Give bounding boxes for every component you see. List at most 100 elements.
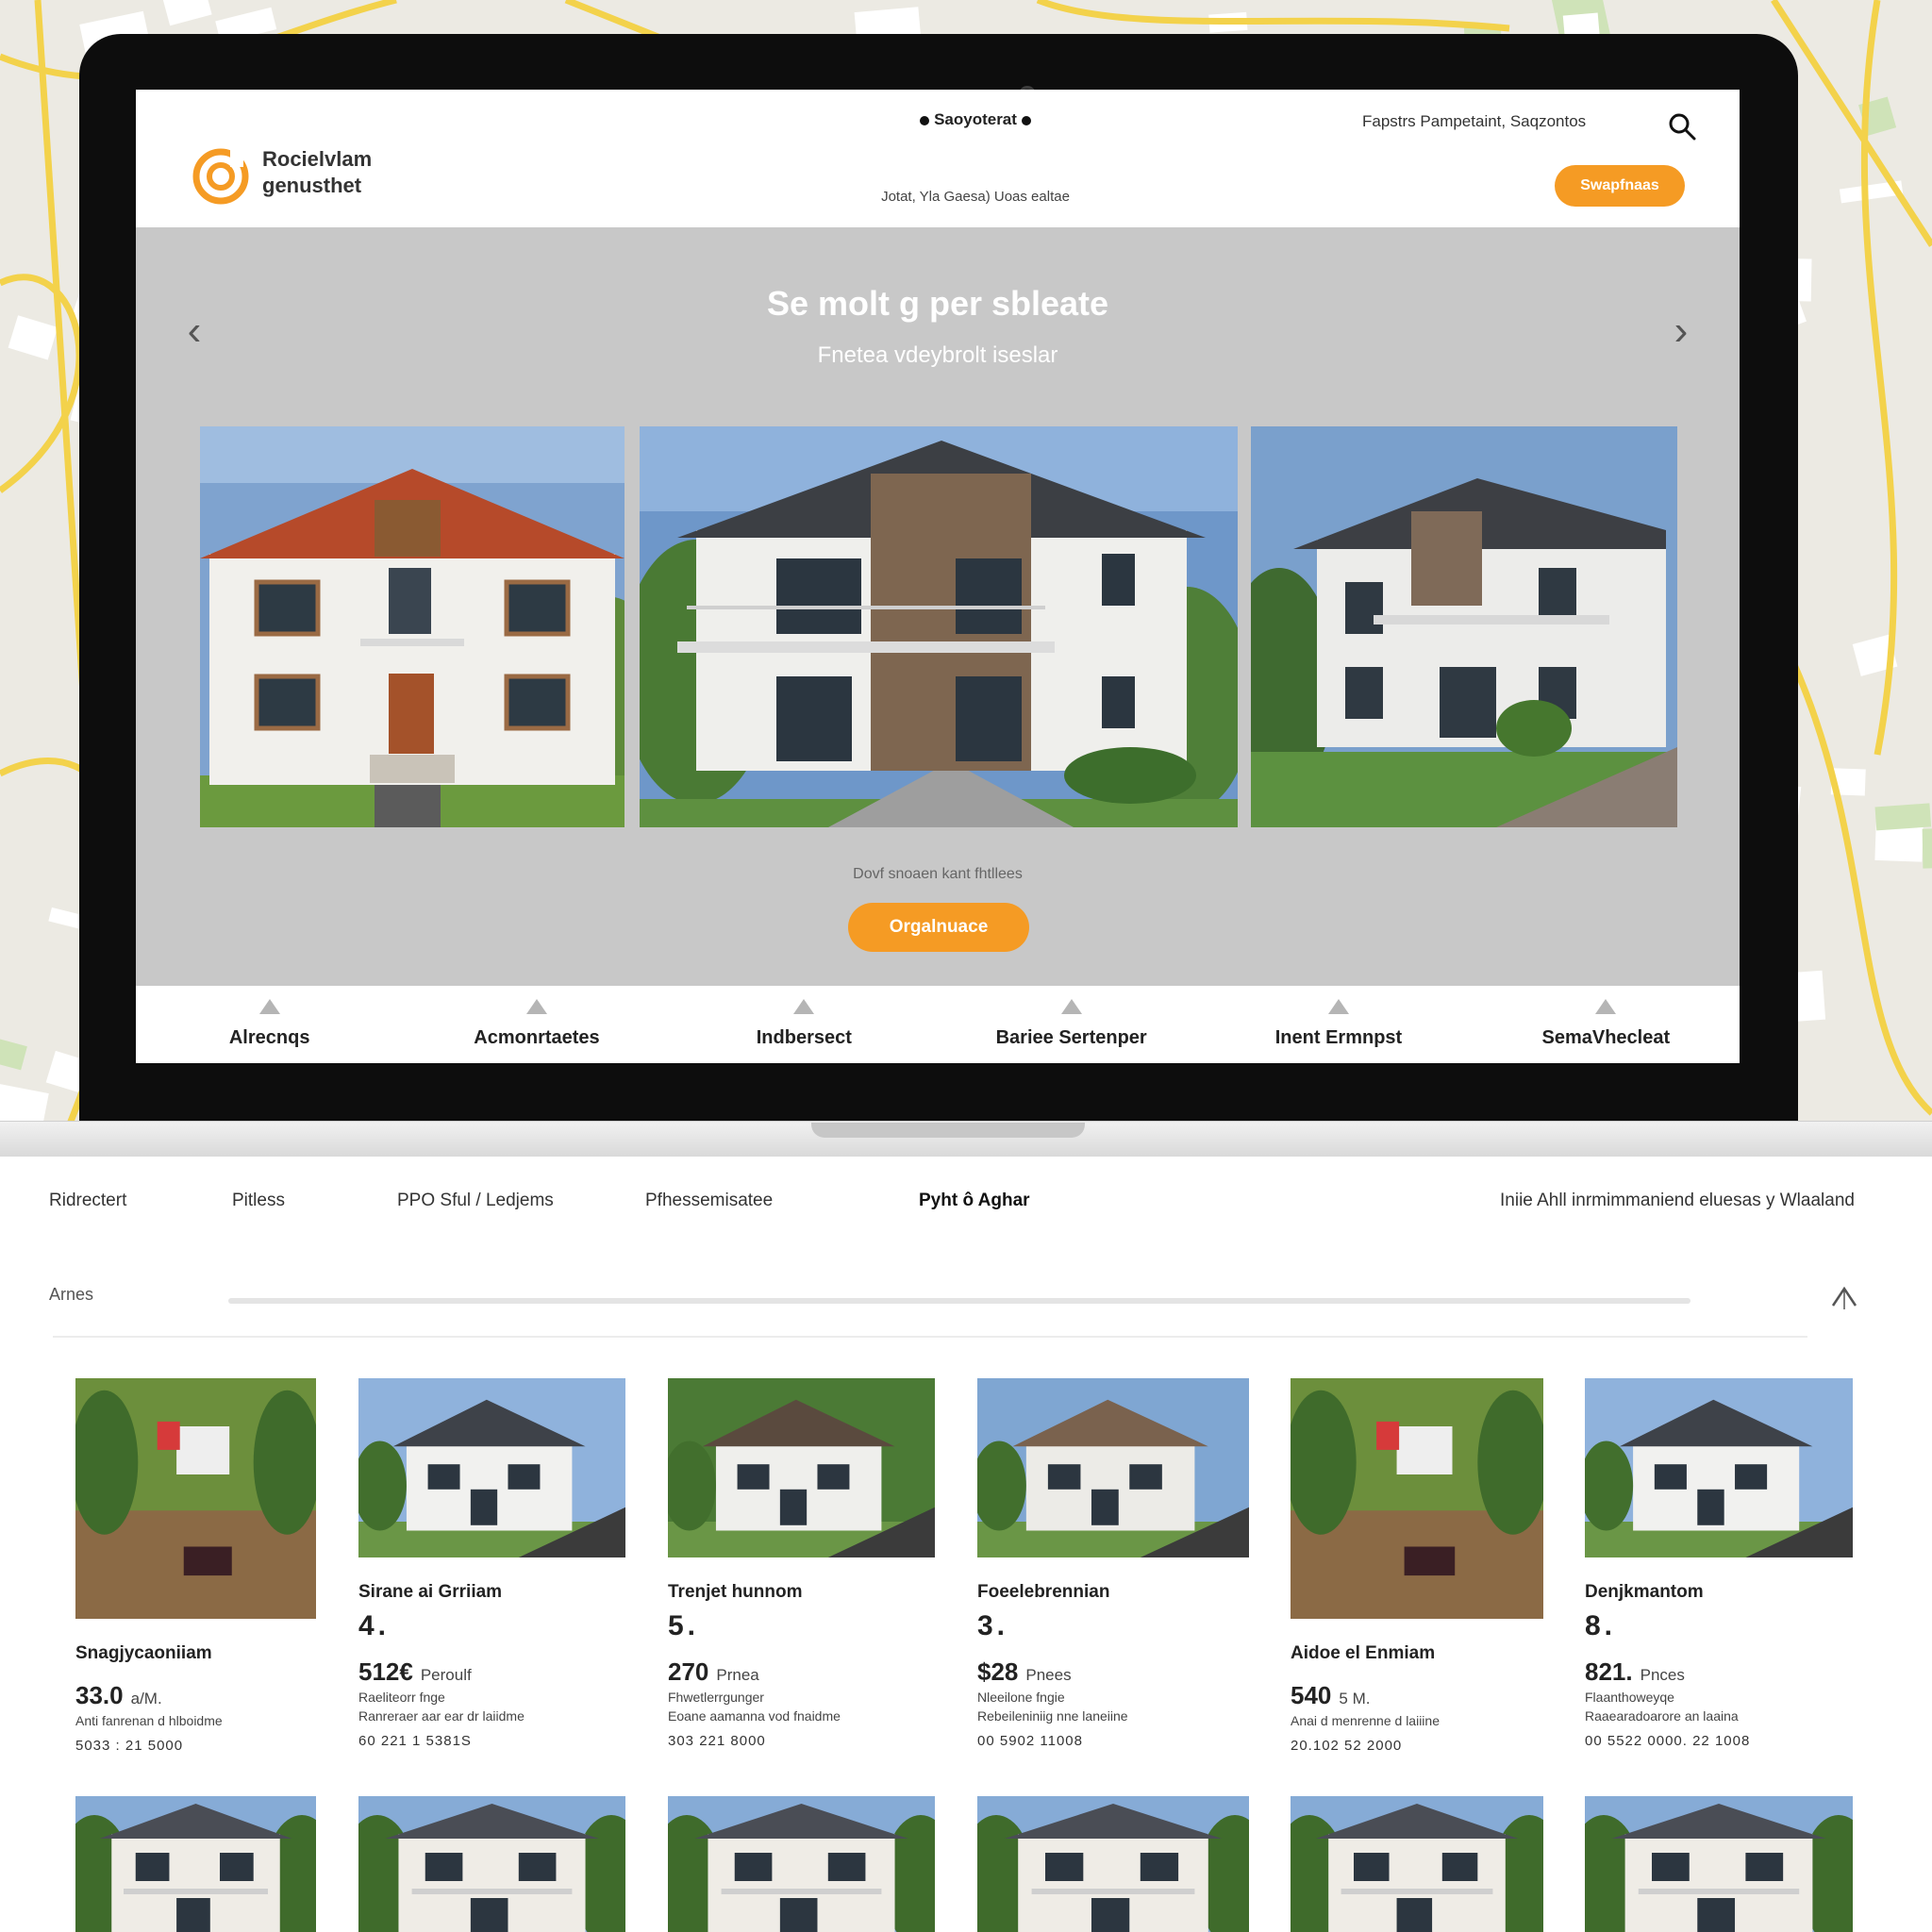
listing-photo[interactable]: [977, 1378, 1249, 1557]
nav-item[interactable]: Pfhessemisatee: [645, 1191, 773, 1211]
triangle-icon: [1595, 999, 1617, 1014]
filter-row: Arnes: [49, 1281, 1860, 1338]
listing-card[interactable]: Foeelebrennian 3. $28 Pnees Nleeilone fngie R…: [977, 1378, 1249, 1756]
nav-right-text[interactable]: Iniie Ahll inrmimmaniend eluesas y Wlaal…: [1500, 1191, 1855, 1211]
category-label: Indbersect: [756, 1027, 852, 1048]
listing-photo[interactable]: [75, 1796, 316, 1932]
hero-slide-photo[interactable]: [1251, 426, 1677, 827]
listing-photo[interactable]: [358, 1378, 625, 1557]
category-tab[interactable]: Alrecnqs: [136, 986, 403, 1063]
listing-rooms: 5.: [668, 1610, 700, 1641]
hero-cta-button[interactable]: Orgalnuace: [848, 903, 1029, 952]
hero-subtitle: Fnetea vdeybrolt iseslar: [817, 342, 1058, 368]
listing-description: Anai d menrenne d laiiine: [1291, 1713, 1440, 1728]
listing-price: 270 Prnea: [668, 1657, 759, 1686]
category-tab[interactable]: Acmonrtaetes: [403, 986, 670, 1063]
listing-card[interactable]: Trenjet hunnom 5. 270 Prnea Fhwetlerrgunger E…: [668, 1378, 935, 1756]
listing-photo[interactable]: [1585, 1796, 1853, 1932]
header-cta-button[interactable]: Swapfnaas: [1555, 165, 1685, 207]
carousel-prev-icon[interactable]: ‹: [175, 303, 213, 359]
listing-card[interactable]: Sirane ai Grriiam 4. 512€ Peroulf Raeliteorr…: [358, 1378, 625, 1756]
category-tab[interactable]: Inent Ermnpst: [1205, 986, 1472, 1063]
category-label: Alrecnqs: [228, 1027, 310, 1048]
listing-price-unit: Peroulf: [420, 1666, 472, 1684]
listing-card[interactable]: Denjkmantom 8. 821. Pnces Flaanthoweyqe Raaea…: [1585, 1378, 1853, 1756]
listing-card[interactable]: Aidoe el Enmiam 540 5 M. Anai d menrenne d …: [1291, 1378, 1543, 1756]
listing-meta: 00 5902 11008: [977, 1733, 1083, 1749]
secondary-nav: Ridrectert Pitless PPO Sful / Ledjems Pf…: [0, 1191, 1932, 1223]
category-label: Inent Ermnpst: [1274, 1027, 1403, 1048]
listing-price-unit: a/M.: [130, 1690, 162, 1707]
nav-item-active[interactable]: Pyht ô Aghar: [919, 1191, 1030, 1211]
listing-description: Raaearadoarore an laaina: [1585, 1708, 1739, 1724]
filter-label: Arnes: [49, 1285, 94, 1304]
listing-photo[interactable]: [1585, 1378, 1853, 1557]
listing-meta: 20.102 52 2000: [1291, 1738, 1403, 1754]
collapse-chevron-icon[interactable]: [1828, 1281, 1860, 1313]
nav-item[interactable]: PPO Sful / Ledjems: [397, 1191, 554, 1211]
category-label: Bariee Sertenper: [995, 1027, 1147, 1048]
listing-rooms: 8.: [1585, 1610, 1617, 1641]
site-tagline: Jotat, Yla Gaesa) Uoas ealtae: [881, 189, 1070, 205]
listing-description: Rebeileniniig nne laneiine: [977, 1708, 1128, 1724]
listing-title: Aidoe el Enmiam: [1291, 1643, 1436, 1663]
listing-price-unit: Prnea: [716, 1666, 759, 1684]
listing-title: Snagjycaoniiam: [75, 1643, 212, 1663]
listing-meta: 60 221 1 5381S: [358, 1733, 472, 1749]
hero-slide-photo[interactable]: [640, 426, 1238, 827]
category-strip: Alrecnqs Acmonrtaetes Indbersect Bariee …: [136, 986, 1740, 1063]
site-title: Saoyoterat: [891, 110, 1060, 129]
listing-photo[interactable]: [1291, 1378, 1543, 1619]
listing-meta: 5033 : 21 5000: [75, 1738, 184, 1754]
category-tab[interactable]: Indbersect: [671, 986, 938, 1063]
listing-meta: 303 221 8000: [668, 1733, 766, 1749]
search-icon[interactable]: [1668, 112, 1696, 141]
house-photo: [640, 426, 1238, 827]
listing-description: Eoane aamanna vod fnaidme: [668, 1708, 841, 1724]
listing-price-unit: Pnces: [1640, 1666, 1685, 1684]
listing-description: Ranreraer aar ear dr laiidme: [358, 1708, 525, 1724]
carousel-next-icon[interactable]: ›: [1662, 303, 1700, 359]
listing-card[interactable]: Snagjycaoniiam 33.0 a/M. Anti fanrenan d hl…: [75, 1378, 316, 1756]
listing-photo[interactable]: [1291, 1796, 1543, 1932]
brand-logo-icon[interactable]: [192, 148, 249, 205]
listing-title: Trenjet hunnom: [668, 1582, 803, 1602]
listing-description: Anti fanrenan d hlboidme: [75, 1713, 223, 1728]
category-tab[interactable]: Bariee Sertenper: [938, 986, 1205, 1063]
brand-name-line2: genusthet: [262, 174, 362, 197]
listing-subtitle: Nleeilone fngie: [977, 1690, 1065, 1705]
nav-item[interactable]: Ridrectert: [49, 1191, 126, 1211]
triangle-icon: [793, 999, 815, 1014]
listing-photo[interactable]: [668, 1378, 935, 1557]
listing-photo[interactable]: [358, 1796, 625, 1932]
brand-name-line1: Rocielvlam: [262, 147, 373, 171]
triangle-icon: [1060, 999, 1082, 1014]
filter-slider[interactable]: [228, 1298, 1690, 1304]
listing-price-unit: 5 M.: [1339, 1690, 1371, 1707]
triangle-icon: [258, 999, 280, 1014]
category-tab[interactable]: SemaVhecleat: [1473, 986, 1740, 1063]
listing-title: Foeelebrennian: [977, 1582, 1110, 1602]
hero-title: Se molt g per sbleate: [766, 284, 1109, 323]
listing-photo[interactable]: [75, 1378, 316, 1619]
brand-name[interactable]: Rocielvlam genusthet: [262, 146, 372, 199]
listing-price: $28 Pnees: [977, 1657, 1072, 1686]
hero-slide-photo[interactable]: [200, 426, 625, 827]
listing-price: 33.0 a/M.: [75, 1681, 162, 1709]
category-label: Acmonrtaetes: [474, 1027, 600, 1048]
nav-item[interactable]: Pitless: [232, 1191, 285, 1211]
triangle-icon: [1327, 999, 1349, 1014]
header-links[interactable]: Fapstrs Pampetaint, Saqzontos: [1362, 112, 1586, 131]
hero-note: Dovf snoaen kant fhtllees: [853, 866, 1023, 882]
listing-subtitle: Fhwetlerrgunger: [668, 1690, 764, 1705]
laptop-notch: [811, 1123, 1085, 1138]
hero-carousel: Se molt g per sbleate Fnetea vdeybrolt i…: [136, 227, 1740, 986]
listing-title: Denjkmantom: [1585, 1582, 1704, 1602]
site-header: Rocielvlam genusthet Saoyoterat Jotat, Y…: [136, 90, 1740, 227]
listing-photo[interactable]: [977, 1796, 1249, 1932]
listing-subtitle: Raeliteorr fnge: [358, 1690, 445, 1705]
listing-subtitle: Flaanthoweyqe: [1585, 1690, 1674, 1705]
listing-price: 540 5 M.: [1291, 1681, 1371, 1709]
listing-photo[interactable]: [668, 1796, 935, 1932]
listing-rooms: 4.: [358, 1610, 391, 1641]
